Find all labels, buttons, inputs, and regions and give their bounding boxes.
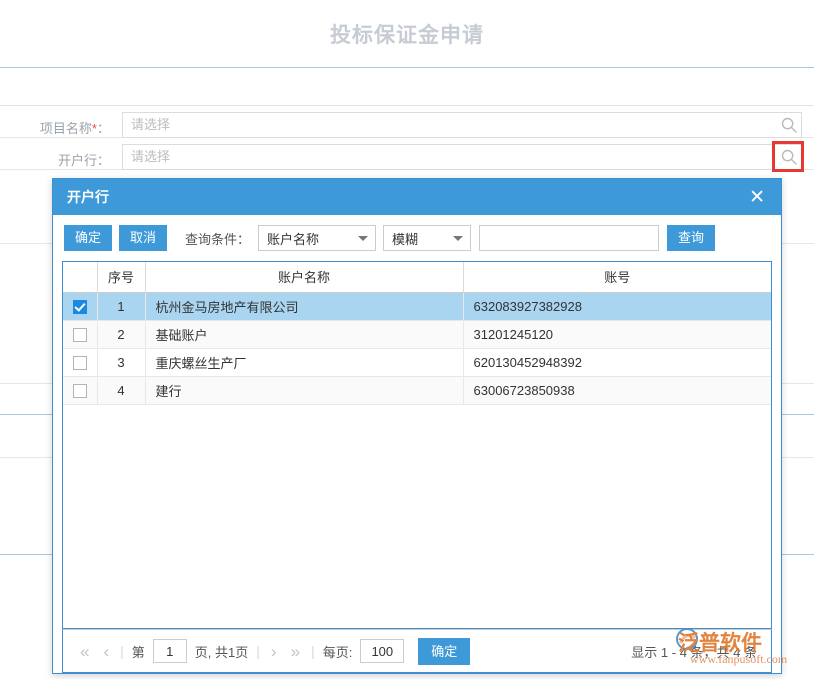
bank-search-icon[interactable] <box>780 148 798 166</box>
pager-confirm-button[interactable]: 确定 <box>418 638 470 665</box>
pager-divider-right: | <box>252 643 264 659</box>
bank-label-text: 开户行 <box>58 153 97 168</box>
confirm-button[interactable]: 确定 <box>64 225 112 251</box>
record-summary: 显示 1 - 4 条，共 4 条 <box>631 642 761 661</box>
checkbox-icon[interactable] <box>73 328 87 342</box>
pager-first-button[interactable]: « <box>73 643 96 660</box>
row-account-name-cell: 建行 <box>145 376 463 404</box>
row-account-number-cell: 620130452948392 <box>463 348 771 376</box>
row-account-name-cell: 重庆螺丝生产厂 <box>145 348 463 376</box>
row-index-cell: 4 <box>97 376 145 404</box>
bank-input[interactable]: 请选择 <box>122 144 802 170</box>
dialog-toolbar: 确定 取消 查询条件： 账户名称 模糊 查询 <box>53 215 781 261</box>
dialog-title: 开户行 <box>67 187 109 207</box>
checkbox-checked-icon[interactable] <box>73 300 87 314</box>
query-field-select-value: 账户名称 <box>267 229 319 248</box>
row-checkbox-cell[interactable] <box>63 348 97 376</box>
table-row[interactable]: 4建行63006723850938 <box>63 376 771 404</box>
pager-last-button[interactable]: » <box>284 643 307 660</box>
page-toolbar-strip <box>0 68 814 106</box>
query-condition-label: 查询条件： <box>185 229 250 248</box>
row-account-name-cell: 基础账户 <box>145 320 463 348</box>
query-match-select-value: 模糊 <box>392 229 418 248</box>
page-header: 投标保证金申请 <box>0 0 814 68</box>
bank-colon: ： <box>97 153 110 168</box>
table-header-row: 序号 账户名称 账号 <box>63 262 771 292</box>
pager-page-size-input[interactable] <box>360 639 404 663</box>
row-checkbox-cell[interactable] <box>63 320 97 348</box>
pager-page-suffix: 页, 共1页 <box>191 642 252 661</box>
page-title: 投标保证金申请 <box>0 19 814 49</box>
pager-divider-size: | <box>307 643 319 659</box>
pager-page-input[interactable] <box>153 639 187 663</box>
query-button[interactable]: 查询 <box>667 225 715 251</box>
table-row[interactable]: 2基础账户31201245120 <box>63 320 771 348</box>
checkbox-icon[interactable] <box>73 384 87 398</box>
bank-grid-container: 序号 账户名称 账号 1杭州金马房地产有限公司6320839273829282基… <box>62 261 772 629</box>
close-icon[interactable]: ✕ <box>747 188 767 207</box>
column-header-account-number[interactable]: 账号 <box>463 262 771 292</box>
pager-page-size-label: 每页: <box>319 642 357 661</box>
query-match-select[interactable]: 模糊 <box>383 225 471 251</box>
pager-next-button[interactable]: › <box>264 643 284 660</box>
checkbox-icon[interactable] <box>73 356 87 370</box>
dialog-pager: « ‹ | 第 页, 共1页 | › » | 每页: 确定 显示 1 - 4 条… <box>62 629 772 673</box>
row-checkbox-cell[interactable] <box>63 376 97 404</box>
row-account-number-cell: 31201245120 <box>463 320 771 348</box>
row-account-name-cell: 杭州金马房地产有限公司 <box>145 292 463 320</box>
bank-selection-dialog: 开户行 ✕ 确定 取消 查询条件： 账户名称 模糊 查询 序号 账户名称 账号 <box>52 178 782 674</box>
row-checkbox-cell[interactable] <box>63 292 97 320</box>
query-field-select[interactable]: 账户名称 <box>258 225 376 251</box>
row-index-cell: 1 <box>97 292 145 320</box>
row-index-cell: 3 <box>97 348 145 376</box>
cancel-button[interactable]: 取消 <box>119 225 167 251</box>
chevron-down-icon <box>453 236 463 241</box>
table-row[interactable]: 1杭州金马房地产有限公司632083927382928 <box>63 292 771 320</box>
column-header-account-name[interactable]: 账户名称 <box>145 262 463 292</box>
project-name-label: 项目名称*： <box>0 118 110 137</box>
column-header-select[interactable] <box>63 262 97 292</box>
pager-prev-button[interactable]: ‹ <box>96 643 116 660</box>
row-account-number-cell: 632083927382928 <box>463 292 771 320</box>
bank-label: 开户行： <box>0 150 110 169</box>
dialog-titlebar: 开户行 ✕ <box>53 179 781 215</box>
row-index-cell: 2 <box>97 320 145 348</box>
table-row[interactable]: 3重庆螺丝生产厂620130452948392 <box>63 348 771 376</box>
chevron-down-icon <box>358 236 368 241</box>
query-keyword-input[interactable] <box>479 225 659 251</box>
project-name-input[interactable]: 请选择 <box>122 112 802 138</box>
pager-divider-left: | <box>116 643 128 659</box>
column-header-index[interactable]: 序号 <box>97 262 145 292</box>
bank-grid-header: 序号 账户名称 账号 <box>63 262 771 292</box>
bank-grid-body: 1杭州金马房地产有限公司6320839273829282基础账户31201245… <box>63 292 771 404</box>
bank-grid-empty-area <box>63 405 771 629</box>
row-account-number-cell: 63006723850938 <box>463 376 771 404</box>
project-name-colon: ： <box>97 121 110 136</box>
project-name-label-text: 项目名称 <box>40 121 92 136</box>
bank-grid: 序号 账户名称 账号 1杭州金马房地产有限公司6320839273829282基… <box>63 262 771 405</box>
search-icon[interactable] <box>780 116 798 134</box>
pager-page-prefix: 第 <box>128 642 149 661</box>
